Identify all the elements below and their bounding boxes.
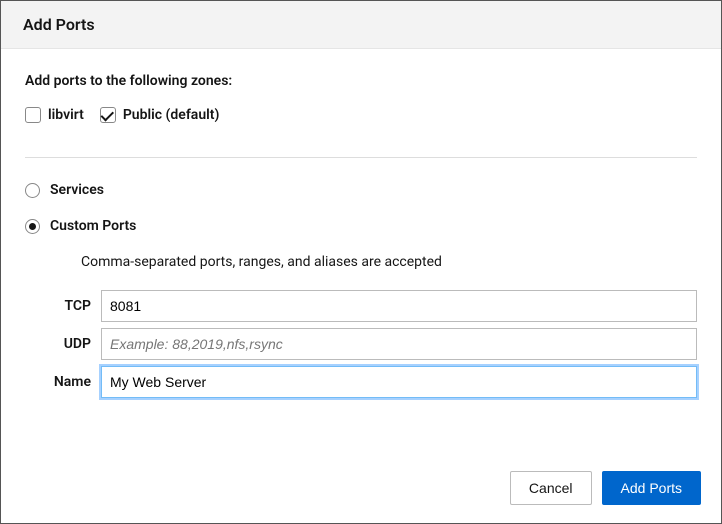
zone-label: Public (default): [123, 107, 220, 123]
tcp-input[interactable]: [101, 290, 697, 322]
udp-label: UDP: [45, 336, 101, 352]
tcp-row: TCP: [45, 290, 697, 322]
custom-ports-block: Comma-separated ports, ranges, and alias…: [25, 254, 697, 270]
cancel-button[interactable]: Cancel: [510, 471, 592, 505]
zone-libvirt[interactable]: libvirt: [25, 107, 84, 123]
checkbox-checked-icon: [100, 107, 116, 123]
name-input[interactable]: [101, 366, 697, 398]
zones-label: Add ports to the following zones:: [25, 73, 697, 89]
custom-help-text: Comma-separated ports, ranges, and alias…: [81, 254, 697, 270]
dialog-title: Add Ports: [23, 15, 699, 34]
name-row: Name: [45, 366, 697, 398]
divider: [25, 157, 697, 158]
fields: TCP UDP Name: [25, 290, 697, 398]
mode-services[interactable]: Services: [25, 182, 697, 198]
add-ports-dialog: Add Ports Add ports to the following zon…: [0, 0, 722, 524]
add-ports-button[interactable]: Add Ports: [602, 471, 701, 505]
mode-label: Services: [50, 182, 104, 198]
checkbox-icon: [25, 107, 41, 123]
udp-row: UDP: [45, 328, 697, 360]
udp-input[interactable]: [101, 328, 697, 360]
tcp-label: TCP: [45, 298, 101, 314]
radio-icon: [25, 183, 40, 198]
radio-selected-icon: [25, 219, 40, 234]
dialog-header: Add Ports: [1, 1, 721, 49]
dialog-body: Add ports to the following zones: libvir…: [1, 49, 721, 455]
zone-public[interactable]: Public (default): [100, 107, 220, 123]
mode-label: Custom Ports: [50, 218, 136, 234]
zones-row: libvirt Public (default): [25, 107, 697, 123]
name-label: Name: [45, 374, 101, 390]
mode-custom-ports[interactable]: Custom Ports: [25, 218, 697, 234]
dialog-footer: Cancel Add Ports: [1, 455, 721, 523]
zone-label: libvirt: [48, 107, 84, 123]
